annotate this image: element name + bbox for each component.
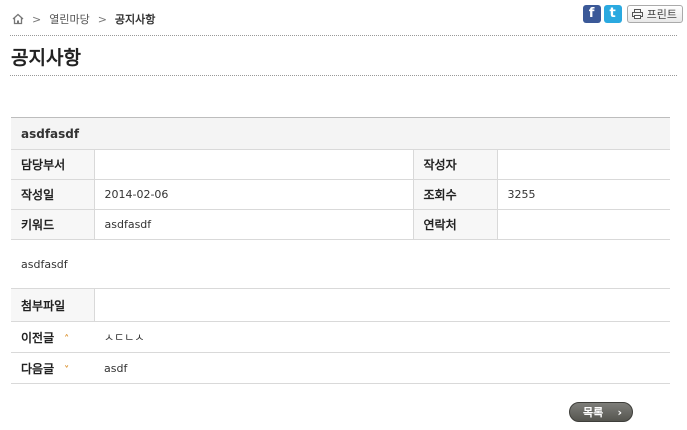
date-value: 2014-02-06 (93, 179, 413, 210)
post-detail-table: asdfasdf 담당부서 작성자 작성일 2014-02-06 조회수 325… (11, 117, 670, 384)
breadcrumb: > 열린마당 > 공지사항 (12, 11, 155, 27)
views-label: 조회수 (412, 179, 497, 210)
next-post-link[interactable]: asdf (94, 352, 670, 384)
prev-post-cell: 이전글 ˄ (11, 321, 94, 353)
next-post-label: 다음글 (21, 361, 55, 376)
table-row: 키워드 asdfasdf 연락처 (11, 209, 670, 240)
facebook-share-button[interactable]: f (582, 5, 601, 23)
views-value: 3255 (496, 179, 670, 210)
date-label: 작성일 (11, 179, 94, 210)
keyword-label: 키워드 (11, 209, 94, 240)
chevron-right-icon: › (617, 405, 622, 419)
chevron-right-icon: > (97, 12, 107, 26)
chevron-right-icon: > (32, 12, 42, 26)
post-subject: asdfasdf (11, 117, 670, 150)
attachment-label: 첨부파일 (11, 288, 94, 322)
table-row: 첨부파일 (11, 288, 670, 322)
breadcrumb-item-notice[interactable]: 공지사항 (115, 11, 155, 27)
print-label: 프린트 (646, 8, 677, 21)
author-value (496, 149, 670, 180)
next-post-row: 다음글 ˅ asdf (11, 352, 670, 384)
post-subject-row: asdfasdf (11, 117, 670, 150)
keyword-value: asdfasdf (93, 209, 413, 240)
prev-post-link[interactable]: ㅅㄷㄴㅅ (94, 321, 670, 353)
author-label: 작성자 (412, 149, 497, 180)
print-button[interactable]: 프린트 (626, 5, 683, 23)
department-value (93, 149, 413, 180)
breadcrumb-item-open-yard[interactable]: 열린마당 (49, 11, 89, 27)
department-label: 담당부서 (11, 149, 94, 180)
next-post-cell: 다음글 ˅ (11, 352, 94, 384)
prev-post-label: 이전글 (21, 330, 55, 345)
printer-icon (631, 9, 643, 19)
chevron-down-icon: ˅ (64, 364, 70, 376)
prev-post-row: 이전글 ˄ ㅅㄷㄴㅅ (11, 321, 670, 353)
attachment-value (93, 288, 670, 322)
contact-value (496, 209, 670, 240)
post-content-row: asdfasdf (11, 239, 670, 289)
twitter-share-button[interactable]: t (603, 5, 622, 23)
table-row: 담당부서 작성자 (11, 149, 670, 180)
page-title: 공지사항 (11, 47, 81, 69)
list-button[interactable]: 목록 › (569, 402, 633, 422)
contact-label: 연락처 (412, 209, 497, 240)
home-icon[interactable] (12, 13, 24, 25)
share-toolbar: f t 프린트 (582, 5, 683, 23)
chevron-up-icon: ˄ (64, 333, 70, 345)
divider (10, 75, 677, 76)
table-row: 작성일 2014-02-06 조회수 3255 (11, 179, 670, 210)
post-content: asdfasdf (11, 239, 670, 289)
list-button-label: 목록 (583, 406, 604, 419)
divider (10, 35, 677, 36)
